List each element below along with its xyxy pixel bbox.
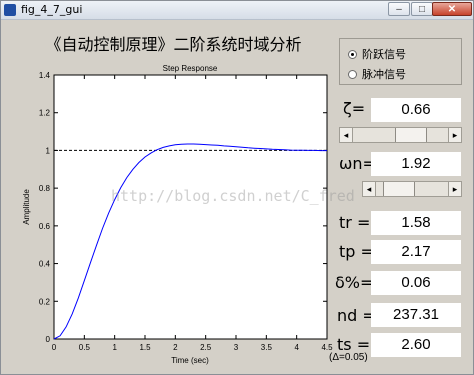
wn-slider[interactable]: ◂ ▸ xyxy=(362,181,462,197)
y-tick-label: 0 xyxy=(46,335,51,344)
radio-unselected-icon[interactable] xyxy=(348,70,357,79)
y-tick-label: 1 xyxy=(46,146,51,155)
x-tick-label: 0.5 xyxy=(79,343,91,352)
wn-value-field[interactable]: 1.92 xyxy=(371,152,461,176)
radio-impulse-signal[interactable]: 脉冲信号 xyxy=(348,66,406,82)
overshoot-label: δ%= xyxy=(335,273,374,292)
zeta-slider[interactable]: ◂ ▸ xyxy=(339,127,462,143)
slider-left-arrow-icon[interactable]: ◂ xyxy=(363,182,376,196)
slider-thumb[interactable] xyxy=(382,182,415,196)
x-tick-label: 3 xyxy=(234,343,239,352)
y-tick-label: 0.4 xyxy=(39,260,51,269)
chart-title: Step Response xyxy=(163,64,218,73)
watermark-text: http://blog.csdn.net/C_fred xyxy=(111,187,355,205)
zeta-value-field[interactable]: 0.66 xyxy=(371,98,461,122)
x-tick-label: 4.5 xyxy=(321,343,333,352)
y-tick-label: 0.6 xyxy=(39,222,51,231)
radio-impulse-label: 脉冲信号 xyxy=(362,68,406,81)
tp-value-field[interactable]: 2.17 xyxy=(371,240,461,264)
x-axis-label: Time (sec) xyxy=(171,356,209,365)
x-tick-label: 0 xyxy=(52,343,57,352)
ts-value-field[interactable]: 2.60 xyxy=(371,333,461,357)
x-tick-label: 4 xyxy=(294,343,299,352)
tr-value-field[interactable]: 1.58 xyxy=(371,211,461,235)
plot-area xyxy=(53,74,328,340)
y-tick-label: 0.8 xyxy=(39,184,51,193)
zeta-label: ζ= xyxy=(343,99,366,118)
overshoot-value-field[interactable]: 0.06 xyxy=(371,271,461,295)
y-tick-label: 0.2 xyxy=(39,297,51,306)
radio-selected-icon[interactable] xyxy=(348,50,357,59)
radio-step-signal[interactable]: 阶跃信号 xyxy=(348,46,406,62)
y-tick-label: 1.2 xyxy=(39,109,51,118)
signal-type-panel: 阶跃信号 脉冲信号 xyxy=(339,38,462,85)
slider-left-arrow-icon[interactable]: ◂ xyxy=(340,128,353,142)
slider-right-arrow-icon[interactable]: ▸ xyxy=(448,182,461,196)
app-window: fig_4_7_gui – □ ✕ 《自动控制原理》二阶系统时域分析 Step … xyxy=(0,0,474,375)
x-tick-label: 2.5 xyxy=(200,343,212,352)
x-tick-label: 1.5 xyxy=(139,343,151,352)
y-axis-label: Amplitude xyxy=(22,189,31,225)
x-tick-label: 3.5 xyxy=(261,343,273,352)
nd-value-field[interactable]: 237.31 xyxy=(371,303,461,327)
slider-right-arrow-icon[interactable]: ▸ xyxy=(448,128,461,142)
nd-label: nd = xyxy=(337,306,376,325)
tr-label: tr = xyxy=(339,213,371,232)
radio-step-label: 阶跃信号 xyxy=(362,48,406,61)
slider-thumb[interactable] xyxy=(394,128,427,142)
tolerance-footnote: (Δ=0.05) xyxy=(329,352,368,363)
y-tick-label: 1.4 xyxy=(39,71,51,80)
x-tick-label: 1 xyxy=(112,343,117,352)
x-tick-label: 2 xyxy=(173,343,178,352)
tp-label: tp = xyxy=(339,242,374,261)
